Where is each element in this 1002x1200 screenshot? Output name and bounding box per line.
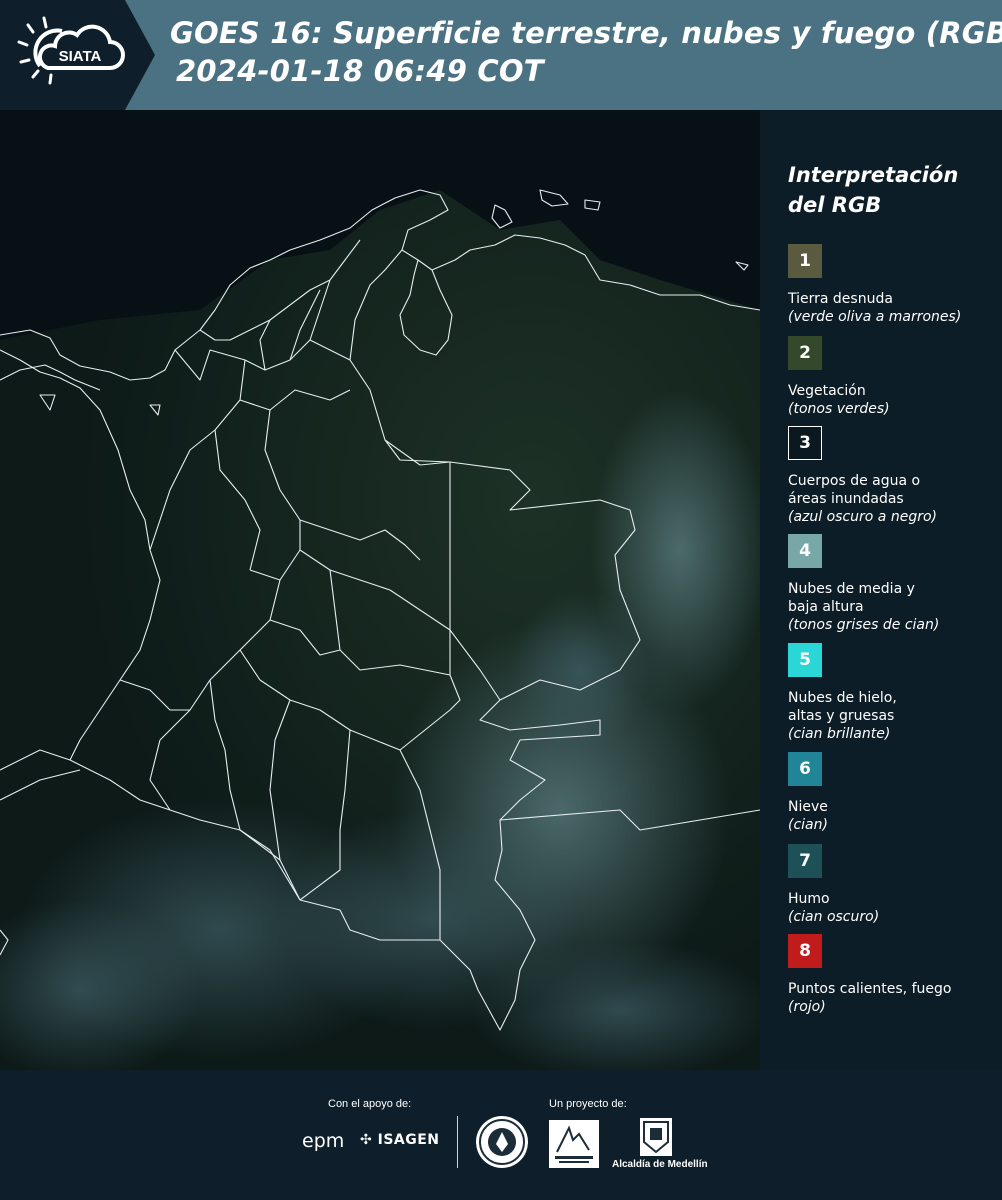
isagen-logo: ✣ ISAGEN: [360, 1132, 440, 1148]
legend-item-label: Cuerpos de agua o áreas inundadas: [788, 473, 921, 507]
legend-item-label: Humo: [788, 891, 830, 907]
legend-item-desc: (cian oscuro): [788, 909, 880, 925]
satellite-map: [0, 110, 760, 1070]
legend-swatch: 2: [788, 336, 822, 370]
legend-item-desc: (rojo): [788, 999, 826, 1015]
legend-item-label: Puntos calientes, fuego: [788, 981, 952, 997]
legend-item-desc: (tonos grises de cian): [788, 617, 940, 633]
legend-swatch: 6: [788, 752, 822, 786]
siata-logo-text: SIATA: [59, 48, 102, 65]
legend-item-ice-clouds: 5 Nubes de hielo, altas y gruesas (cian …: [788, 643, 998, 743]
legend-item-label: Nubes de media y baja altura: [788, 581, 915, 615]
legend-swatch: 1: [788, 244, 822, 278]
legend-title-line2: del RGB: [788, 193, 882, 217]
legend-title-line1: Interpretación: [788, 163, 959, 187]
legend-item-label: Nubes de hielo, altas y gruesas: [788, 690, 897, 724]
isagen-logo-text: ISAGEN: [377, 1132, 440, 1148]
epm-logo: epm: [302, 1130, 345, 1152]
area-metropolitana-logo: [549, 1120, 599, 1168]
legend-panel: Interpretación del RGB 1 Tierra desnuda …: [760, 110, 1002, 1070]
legend-swatch: 8: [788, 934, 822, 968]
legend-item-label: Nieve: [788, 799, 828, 815]
title-product: GOES 16: Superficie terrestre, nubes y f…: [170, 16, 1002, 50]
legend-swatch: 5: [788, 643, 822, 677]
legend-item-desc: (cian brillante): [788, 726, 891, 742]
legend-title: Interpretación del RGB: [788, 160, 958, 220]
legend-item-desc: (verde oliva a marrones): [788, 309, 962, 325]
legend-item-label: Tierra desnuda: [788, 291, 893, 307]
legend-item-vegetation: 2 Vegetación (tonos verdes): [788, 336, 998, 418]
university-seal-logo: [476, 1116, 528, 1168]
legend-item-desc: (tonos verdes): [788, 401, 890, 417]
legend-swatch: 3: [788, 426, 822, 460]
alcaldia-text: Alcaldía de Medellín: [612, 1159, 708, 1170]
title-timestamp: 2024-01-18 06:49 COT: [176, 54, 544, 88]
legend-item-desc: (azul oscuro a negro): [788, 509, 937, 525]
legend-item-low-clouds: 4 Nubes de media y baja altura (tonos gr…: [788, 534, 998, 634]
header-bar: SIATA GOES 16: Superficie terrestre, nub…: [0, 0, 1002, 110]
legend-swatch: 7: [788, 844, 822, 878]
siata-logo: SIATA: [0, 0, 155, 110]
footer-divider: [457, 1116, 458, 1168]
legend-item-water: 3 Cuerpos de agua o áreas inundadas (azu…: [788, 426, 998, 526]
support-label: Con el apoyo de:: [328, 1098, 412, 1110]
legend-item-snow: 6 Nieve (cian): [788, 752, 998, 834]
legend-item-desc: (cian): [788, 817, 828, 833]
legend-item-bare-soil: 1 Tierra desnuda (verde oliva a marrones…: [788, 244, 998, 326]
footer: Con el apoyo de: Un proyecto de: epm ✣ I…: [0, 1070, 1002, 1200]
legend-item-fire: 8 Puntos calientes, fuego (rojo): [788, 934, 998, 1016]
legend-swatch: 4: [788, 534, 822, 568]
page-title: GOES 16: Superficie terrestre, nubes y f…: [170, 14, 1002, 90]
legend-item-label: Vegetación: [788, 383, 866, 399]
project-label: Un proyecto de:: [549, 1098, 627, 1110]
alcaldia-shield-logo: [640, 1118, 672, 1156]
legend-item-smoke: 7 Humo (cian oscuro): [788, 844, 998, 926]
